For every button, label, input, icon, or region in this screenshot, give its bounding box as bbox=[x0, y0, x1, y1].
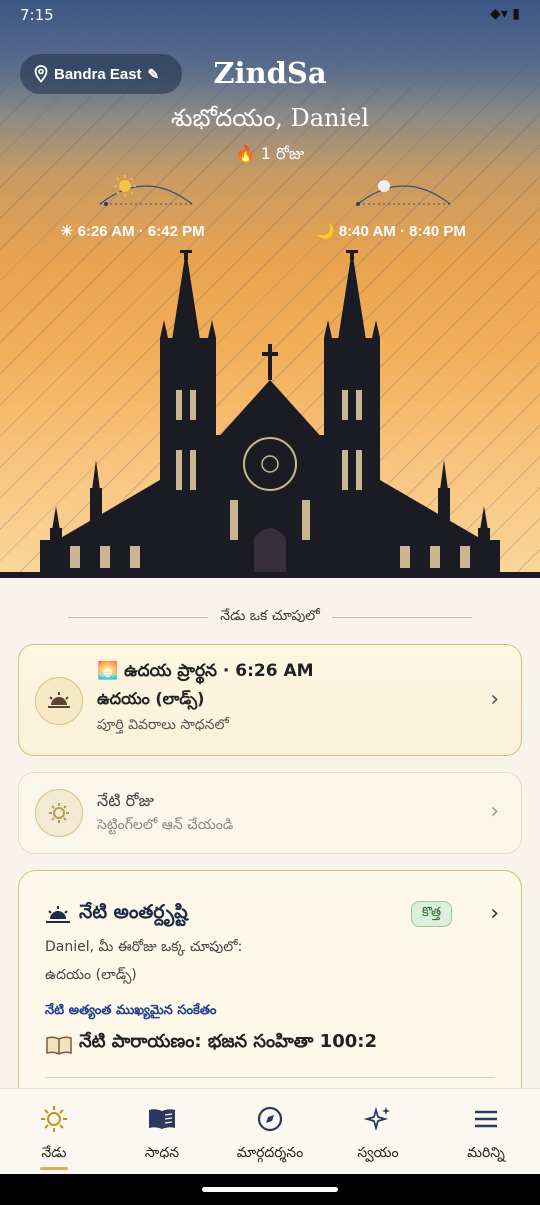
active-tab-indicator bbox=[40, 1167, 68, 1170]
sun-times: ☀ 6:26 AM · 6:42 PM bbox=[60, 223, 205, 240]
chevron-right-icon: › bbox=[490, 901, 499, 926]
open-book-icon bbox=[46, 1036, 72, 1055]
insight-line1: Daniel, మీ ఈరోజు ఒక్క చూపులో: bbox=[45, 939, 243, 955]
glance-heading-text: నేడు ఒక చూపులో bbox=[220, 608, 320, 624]
status-time: 7:15 bbox=[20, 6, 54, 24]
church-silhouette bbox=[0, 250, 540, 578]
insight-line2: ఉదయం (లాడ్స్) bbox=[45, 967, 137, 983]
sunrise-icon bbox=[46, 906, 70, 923]
prayer-detail: పూర్తి వివరాలు సాధనలో bbox=[97, 717, 229, 733]
chevron-right-icon: › bbox=[490, 687, 499, 712]
tab-label: నేడు bbox=[41, 1145, 67, 1161]
system-nav-bar bbox=[0, 1174, 540, 1205]
tab-label: మార్గదర్శనం bbox=[236, 1145, 304, 1161]
compass-icon bbox=[216, 1103, 324, 1135]
app-title: ZindSa bbox=[213, 56, 327, 90]
insight-divider bbox=[45, 1077, 495, 1078]
divider-left bbox=[68, 617, 209, 618]
moon-times: 🌙 8:40 AM · 8:40 PM bbox=[316, 223, 466, 240]
menu-icon bbox=[432, 1103, 540, 1135]
divider-right bbox=[331, 617, 472, 618]
chevron-right-icon: › bbox=[490, 799, 499, 824]
status-bar: 7:15 ◆▾ ▮ bbox=[0, 0, 540, 32]
prayer-name: ఉదయం (లాడ్స్) bbox=[97, 689, 205, 708]
fast-card[interactable]: నేటి రోజు సెట్టింగ్‌లలో ఆన్ చేయండి › bbox=[18, 772, 522, 854]
home-gesture-pill[interactable] bbox=[202, 1187, 338, 1192]
greeting: శుభోదయం, Daniel bbox=[170, 104, 370, 132]
tab-today[interactable]: నేడు bbox=[0, 1103, 108, 1164]
streak-badge: 🔥 1 రోజు bbox=[235, 144, 305, 163]
sunrise-icon bbox=[35, 677, 83, 725]
tab-label: సాధన bbox=[144, 1145, 180, 1161]
tab-self[interactable]: స్వయం bbox=[324, 1103, 432, 1164]
gear-sun-icon bbox=[35, 789, 83, 837]
reading-text: నేటి పారాయణం: భజన సంహితా 100:2 bbox=[79, 1031, 377, 1052]
new-badge: కొత్త bbox=[411, 901, 453, 927]
moon-arc-icon bbox=[356, 180, 451, 206]
status-icons: ◆▾ ▮ bbox=[490, 6, 520, 22]
signal-label: నేటి అత్యంత ముఖ్యమైన సంకేతం bbox=[45, 1003, 217, 1018]
tab-label: స్వయం bbox=[357, 1145, 399, 1161]
insight-title: నేటి అంతర్దృష్టి bbox=[79, 901, 188, 923]
sun-arc-icon bbox=[99, 175, 193, 206]
tab-guidance[interactable]: మార్గదర్శనం bbox=[216, 1103, 324, 1164]
prayer-card[interactable]: 🌅 ఉదయ ప్రార్థన · 6:26 AM ఉదయం (లాడ్స్) ప… bbox=[18, 644, 522, 756]
today-sheet: నేడు ఒక చూపులో 🌅 ఉదయ ప్రార్థన · 6:26 AM … bbox=[0, 578, 540, 1088]
glance-heading: నేడు ఒక చూపులో bbox=[0, 608, 540, 627]
fast-detail: సెట్టింగ్‌లలో ఆన్ చేయండి bbox=[97, 817, 234, 833]
fast-title: నేటి రోజు bbox=[97, 791, 155, 810]
book-icon bbox=[108, 1103, 216, 1135]
insight-card[interactable]: నేటి అంతర్దృష్టి కొత్త › Daniel, మీ ఈరోజ… bbox=[18, 870, 522, 1088]
tab-practice[interactable]: సాధన bbox=[108, 1103, 216, 1164]
sparkles-icon bbox=[324, 1103, 432, 1135]
sun-icon bbox=[0, 1103, 108, 1135]
prayer-time: 🌅 ఉదయ ప్రార్థన · 6:26 AM bbox=[97, 661, 314, 681]
tab-more[interactable]: మరిన్ని bbox=[432, 1103, 540, 1164]
hero-banner: 7:15 ◆▾ ▮ Bandra East ✎ ZindSa శుభోదయం, … bbox=[0, 0, 540, 578]
bottom-tab-bar: నేడు సాధన మార్గదర్శనం స్వయం మరిన్ని bbox=[0, 1088, 540, 1174]
tab-label: మరిన్ని bbox=[467, 1145, 505, 1161]
